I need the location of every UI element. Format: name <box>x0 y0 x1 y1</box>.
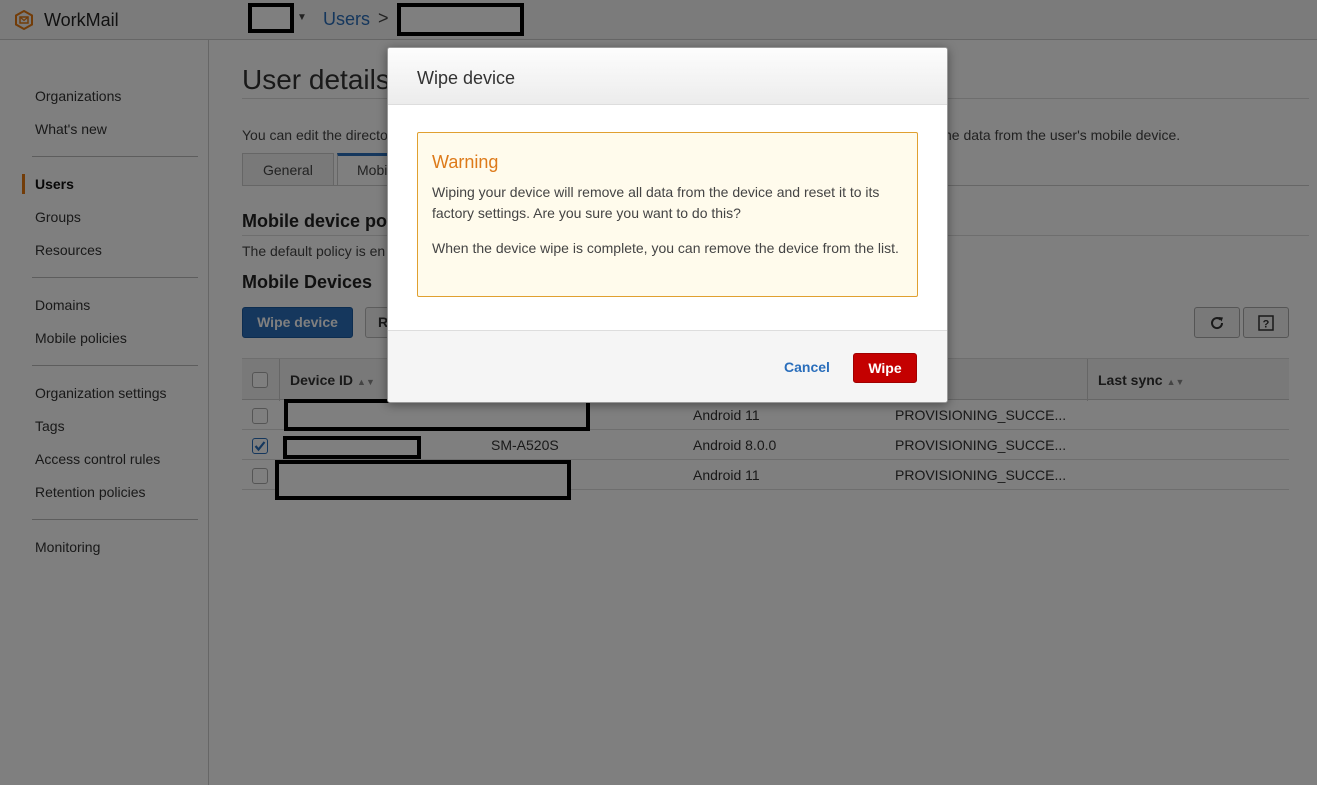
wipe-device-dialog: Wipe device Warning Wiping your device w… <box>387 47 948 403</box>
dialog-header: Wipe device <box>388 48 947 105</box>
warning-note: When the device wipe is complete, you ca… <box>432 240 899 256</box>
warning-title: Warning <box>432 152 499 172</box>
dialog-footer: Cancel Wipe <box>388 330 947 402</box>
warning-box: Warning Wiping your device will remove a… <box>417 132 918 297</box>
cancel-button[interactable]: Cancel <box>784 359 830 375</box>
warning-message: Wiping your device will remove all data … <box>432 184 880 221</box>
wipe-button[interactable]: Wipe <box>853 353 917 383</box>
dialog-title: Wipe device <box>417 68 516 88</box>
